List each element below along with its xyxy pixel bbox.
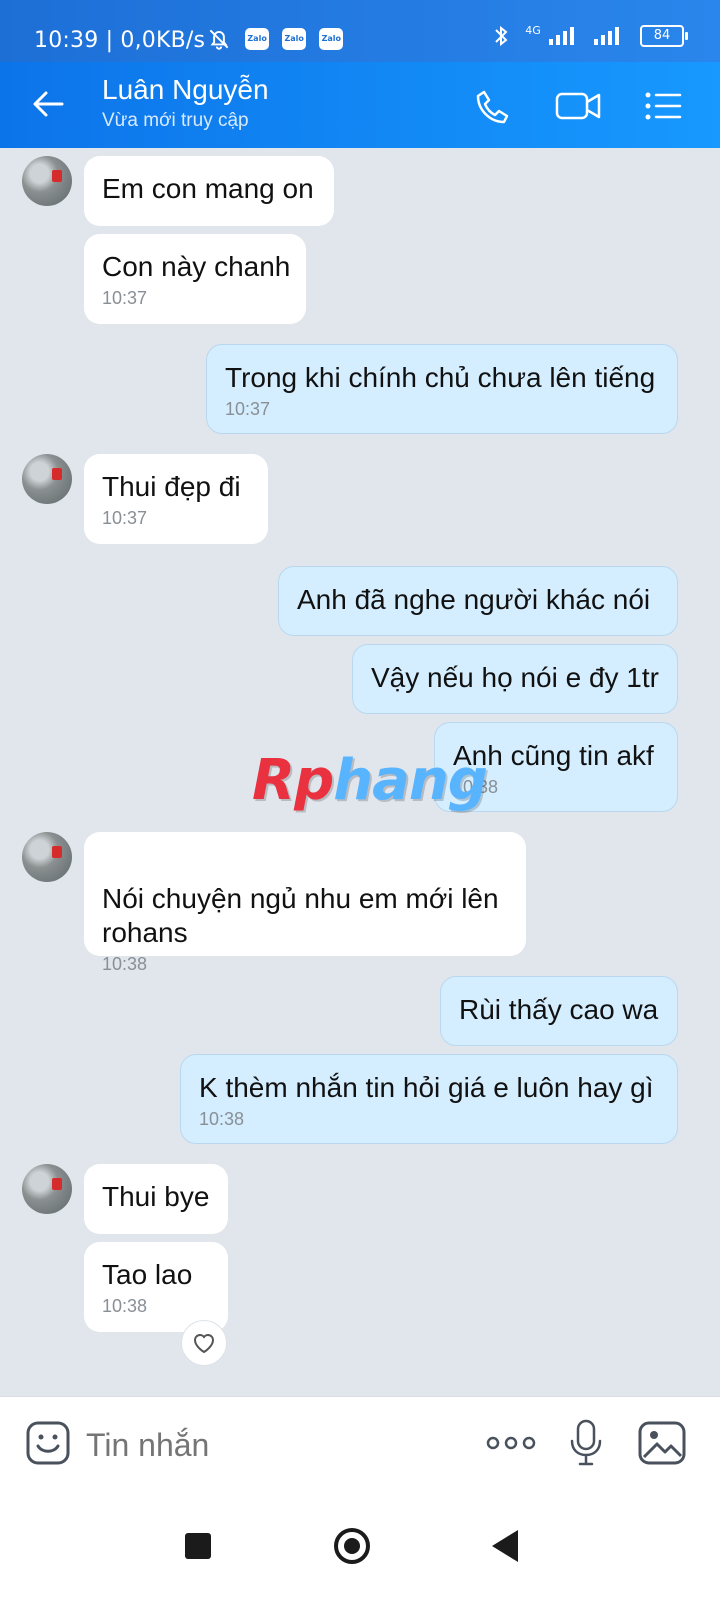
message-text: Trong khi chính chủ chưa lên tiếng (225, 362, 656, 393)
android-nav-bar (0, 1492, 720, 1600)
bell-off-icon (209, 29, 229, 50)
message-time: 10:37 (225, 399, 271, 419)
message-bubble[interactable]: K thèm nhắn tin hỏi giá e luôn hay gì 10… (180, 1054, 678, 1144)
zalo-icon: Zalo (282, 28, 307, 50)
message-text: Anh đã nghe người khác nói (297, 584, 651, 615)
message-text: Em con mang on (102, 173, 314, 204)
microphone-icon[interactable] (560, 1417, 612, 1469)
menu-icon[interactable] (640, 84, 684, 128)
message-bubble[interactable]: Nói chuyện ngủ nhu em mới lên rohans 10:… (84, 832, 526, 974)
watermark-part2: hang (333, 748, 488, 813)
watermark-logo: Rphang (252, 748, 488, 818)
message-text: Nói chuyện ngủ nhu em mới lên rohans (102, 883, 499, 948)
more-icon[interactable] (484, 1417, 538, 1469)
avatar[interactable] (22, 454, 72, 504)
zalo-icon: Zalo (245, 28, 270, 50)
message-bubble[interactable]: Thui đẹp đi 10:37 (84, 454, 268, 544)
status-notification-icons: Zalo Zalo Zalo (206, 26, 351, 52)
message-text: Tao lao (102, 1259, 193, 1290)
message-time: 10:38 (102, 954, 148, 974)
home-icon[interactable] (318, 1512, 386, 1580)
message-text: Thui đẹp đi (102, 471, 241, 502)
message-time: 10:38 (199, 1109, 245, 1129)
message-time: 10:37 (102, 508, 148, 528)
message-bubble[interactable]: Em con mang on (84, 156, 334, 226)
message-time: 10:37 (102, 288, 148, 308)
phone-icon[interactable] (470, 84, 514, 128)
bluetooth-icon (494, 25, 508, 47)
message-composer (0, 1396, 720, 1493)
message-bubble[interactable]: Anh đã nghe người khác nói (278, 566, 678, 636)
message-bubble[interactable]: Con này chanh 10:37 (84, 234, 306, 324)
emoji-icon[interactable] (24, 1419, 72, 1467)
message-bubble[interactable]: Thui bye (84, 1164, 228, 1234)
message-time: 10:38 (102, 1296, 148, 1316)
image-icon[interactable] (636, 1417, 688, 1469)
contact-name[interactable]: Luân Nguyễn (102, 74, 269, 106)
status-right-icons: 4G 84 (492, 24, 688, 48)
avatar[interactable] (22, 1164, 72, 1214)
watermark-part1: Rp (252, 748, 334, 813)
chat-header: Luân Nguyễn Vừa mới truy cập (0, 62, 720, 148)
signal-icon (548, 27, 574, 45)
network-type-label: 4G (525, 24, 541, 37)
message-text: Rùi thấy cao wa (459, 994, 659, 1025)
battery-indicator: 84 (640, 25, 688, 47)
message-bubble[interactable]: Trong khi chính chủ chưa lên tiếng 10:37 (206, 344, 678, 434)
avatar[interactable] (22, 156, 72, 206)
status-bar: 10:39 | 0,0KB/s Zalo Zalo Zalo 4G 84 (0, 0, 720, 62)
message-text: K thèm nhắn tin hỏi giá e luôn hay gì (199, 1072, 654, 1103)
message-input[interactable] (84, 1417, 448, 1473)
message-bubble[interactable]: Rùi thấy cao wa (440, 976, 678, 1046)
contact-status: Vừa mới truy cập (102, 110, 249, 131)
message-text: Con này chanh (102, 251, 291, 282)
recent-apps-icon[interactable] (164, 1512, 232, 1580)
zalo-icon: Zalo (319, 28, 344, 50)
message-bubble[interactable]: Tao lao 10:38 (84, 1242, 228, 1332)
avatar[interactable] (22, 832, 72, 882)
back-icon[interactable] (470, 1512, 538, 1580)
status-time-speed: 10:39 | 0,0KB/s (34, 28, 206, 53)
signal-icon (594, 27, 620, 45)
heart-reaction-button[interactable] (181, 1320, 227, 1366)
back-arrow-icon[interactable] (28, 84, 68, 124)
message-bubble[interactable]: Vậy nếu họ nói e đy 1tr (352, 644, 678, 714)
message-text: Thui bye (102, 1181, 210, 1212)
heart-icon (193, 1334, 215, 1354)
video-call-icon[interactable] (554, 84, 604, 128)
message-text: Vậy nếu họ nói e đy 1tr (371, 662, 659, 693)
